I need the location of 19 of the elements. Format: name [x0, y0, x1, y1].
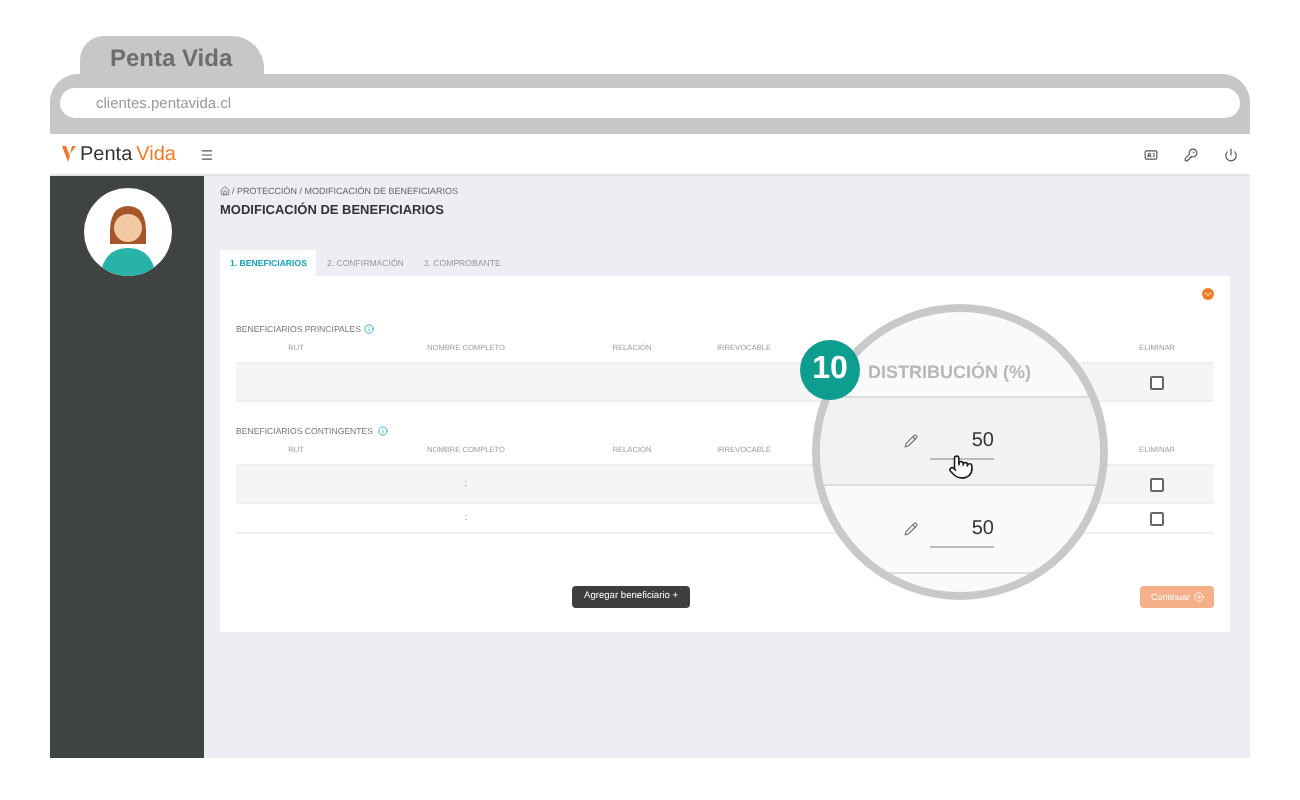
- avatar: [83, 188, 171, 276]
- pencil-icon[interactable]: [904, 434, 918, 448]
- key-icon[interactable]: [1184, 147, 1198, 161]
- delete-checkbox[interactable]: [1150, 511, 1164, 525]
- home-icon[interactable]: [220, 186, 230, 196]
- logo-text: Vida: [136, 143, 176, 165]
- logo-mark-icon: [62, 146, 76, 162]
- menu-icon[interactable]: [199, 147, 214, 161]
- distribution-field[interactable]: 50: [930, 518, 994, 548]
- hand-cursor-icon: [948, 454, 974, 480]
- browser-tab[interactable]: Penta Vida: [80, 36, 264, 74]
- power-icon[interactable]: [1224, 147, 1238, 161]
- id-card-icon[interactable]: [1144, 147, 1158, 161]
- pencil-icon[interactable]: [904, 522, 918, 536]
- logo-text: Penta: [80, 143, 133, 165]
- delete-checkbox[interactable]: [1150, 375, 1164, 389]
- delete-checkbox[interactable]: [1150, 477, 1164, 491]
- collapse-icon[interactable]: [1202, 288, 1214, 300]
- arrow-circle-icon: [1194, 592, 1204, 602]
